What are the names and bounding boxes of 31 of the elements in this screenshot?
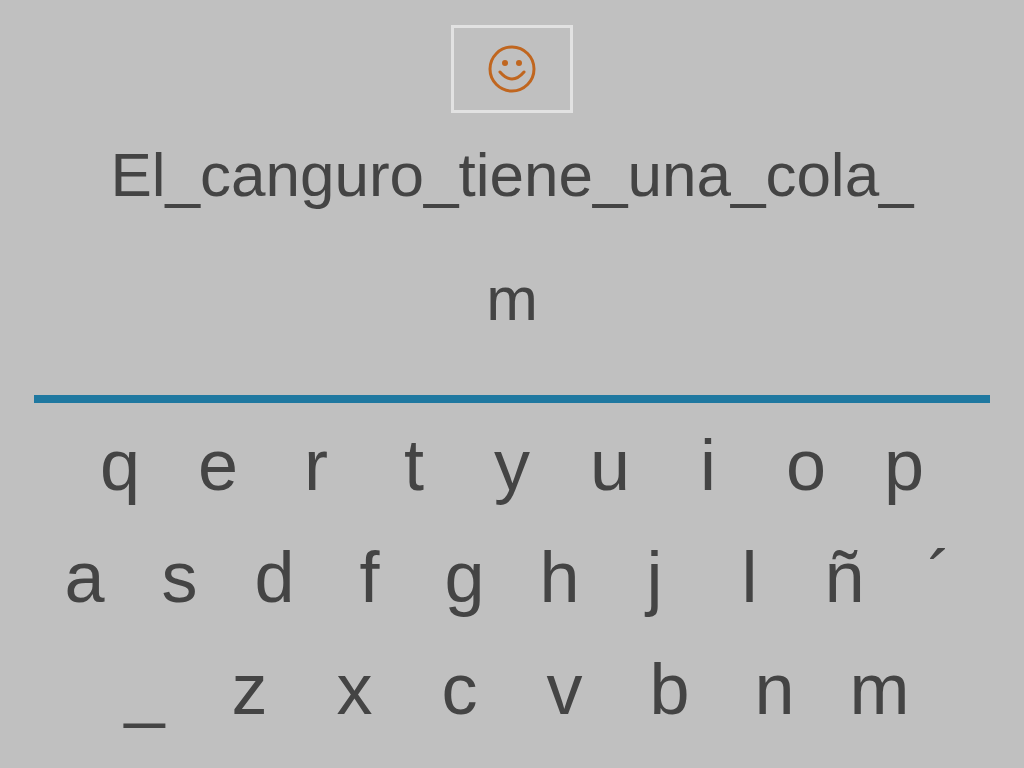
key-button[interactable]: g (417, 532, 512, 622)
key-button[interactable]: u (561, 420, 659, 510)
key-button[interactable]: s (132, 532, 227, 622)
smiley-icon (487, 44, 537, 94)
key-button[interactable]: c (407, 644, 512, 734)
key-button[interactable]: b (617, 644, 722, 734)
key-button[interactable]: x (302, 644, 407, 734)
sentence-text: El_canguro_tiene_una_cola_ (110, 139, 914, 211)
key-button[interactable]: ñ (797, 532, 892, 622)
key-button[interactable]: n (722, 644, 827, 734)
key-button[interactable]: f (322, 532, 417, 622)
key-button[interactable]: a (37, 532, 132, 622)
key-button[interactable]: e (169, 420, 267, 510)
key-button[interactable]: t (365, 420, 463, 510)
key-button[interactable]: i (659, 420, 757, 510)
key-button[interactable]: ´ (892, 532, 987, 622)
key-button[interactable]: d (227, 532, 322, 622)
key-button[interactable]: y (463, 420, 561, 510)
key-button[interactable]: v (512, 644, 617, 734)
key-button[interactable]: p (855, 420, 953, 510)
key-button[interactable]: r (267, 420, 365, 510)
key-button[interactable]: h (512, 532, 607, 622)
key-button[interactable]: q (71, 420, 169, 510)
key-button[interactable]: z (197, 644, 302, 734)
key-button[interactable]: l (702, 532, 797, 622)
key-button[interactable]: m (827, 644, 932, 734)
hint-button[interactable] (451, 25, 573, 113)
key-button[interactable]: o (757, 420, 855, 510)
answer-text: m (486, 263, 538, 335)
key-button[interactable]: j (607, 532, 702, 622)
key-button[interactable]: _ (92, 644, 197, 734)
